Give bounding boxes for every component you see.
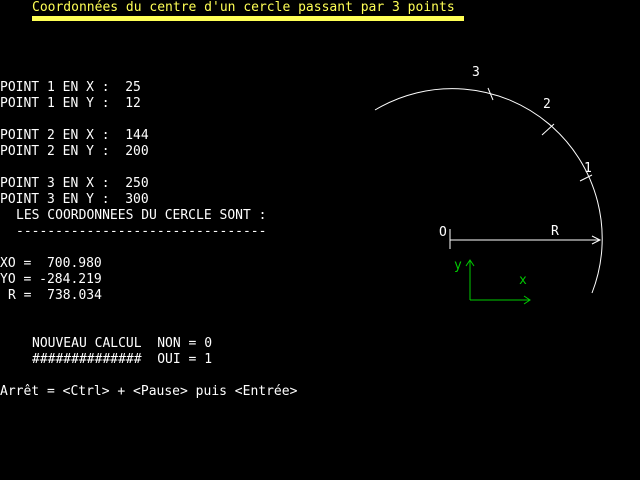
input-row-p3y: POINT 3 EN Y : 300: [0, 192, 149, 208]
option-no[interactable]: NON = 0: [157, 336, 212, 351]
input-row-p3x: POINT 3 EN X : 250: [0, 176, 149, 192]
result-value: 700.980: [46, 256, 102, 271]
results-heading: LES COORDONNEES DU CERCLE SONT :: [16, 208, 267, 223]
result-label: R =: [8, 288, 32, 303]
input-value: 25: [125, 80, 141, 95]
input-label: POINT 2 EN X :: [0, 128, 110, 143]
result-label: XO =: [0, 256, 32, 271]
point-label-2: 2: [543, 97, 551, 112]
circle-arc: [374, 88, 603, 294]
result-yo: YO = -284.219: [0, 272, 102, 288]
input-row-p2y: POINT 2 EN Y : 200: [0, 144, 149, 160]
input-value: 12: [125, 96, 141, 111]
new-calc-underline-row: ############## OUI = 1: [32, 352, 212, 368]
radius-label: R: [551, 224, 559, 239]
title-bar: Coordonnées du centre d'un cercle passan…: [32, 0, 464, 22]
exit-hint: Arrêt = <Ctrl> + <Pause> puis <Entrée>: [0, 384, 298, 399]
x-axis-label: x: [519, 273, 527, 288]
result-xo: XO = 700.980: [0, 256, 102, 272]
y-axis-label: y: [454, 258, 462, 273]
result-label: YO =: [0, 272, 32, 287]
input-value: 300: [125, 192, 149, 207]
new-calc-prompt[interactable]: NOUVEAU CALCUL NON = 0: [32, 336, 212, 352]
input-value: 200: [125, 144, 149, 159]
input-label: POINT 1 EN Y :: [0, 96, 110, 111]
window-title: Coordonnées du centre d'un cercle passan…: [32, 0, 455, 15]
center-label: O: [439, 225, 447, 240]
circle-diagram: 3 2 1 O R y x: [374, 65, 603, 305]
results-separator: --------------------------------: [16, 224, 267, 239]
result-value: -284.219: [39, 272, 102, 287]
tick-mark-2: [541, 123, 555, 136]
new-calc-label: NOUVEAU CALCUL: [32, 336, 142, 351]
input-label: POINT 1 EN X :: [0, 80, 110, 95]
input-label: POINT 3 EN Y :: [0, 192, 110, 207]
result-value: 738.034: [47, 288, 102, 303]
input-value: 144: [125, 128, 149, 143]
result-r: R = 738.034: [8, 288, 102, 304]
input-row-p2x: POINT 2 EN X : 144: [0, 128, 149, 144]
input-row-p1x: POINT 1 EN X : 25: [0, 80, 141, 96]
input-row-p1y: POINT 1 EN Y : 12: [0, 96, 141, 112]
point-label-1: 1: [584, 161, 592, 176]
input-value: 250: [125, 176, 149, 191]
input-label: POINT 3 EN X :: [0, 176, 110, 191]
point-label-3: 3: [472, 65, 480, 80]
option-yes[interactable]: OUI = 1: [157, 352, 212, 367]
input-label: POINT 2 EN Y :: [0, 144, 110, 159]
title-underline: [32, 16, 464, 21]
hash-underline: ##############: [32, 352, 142, 367]
